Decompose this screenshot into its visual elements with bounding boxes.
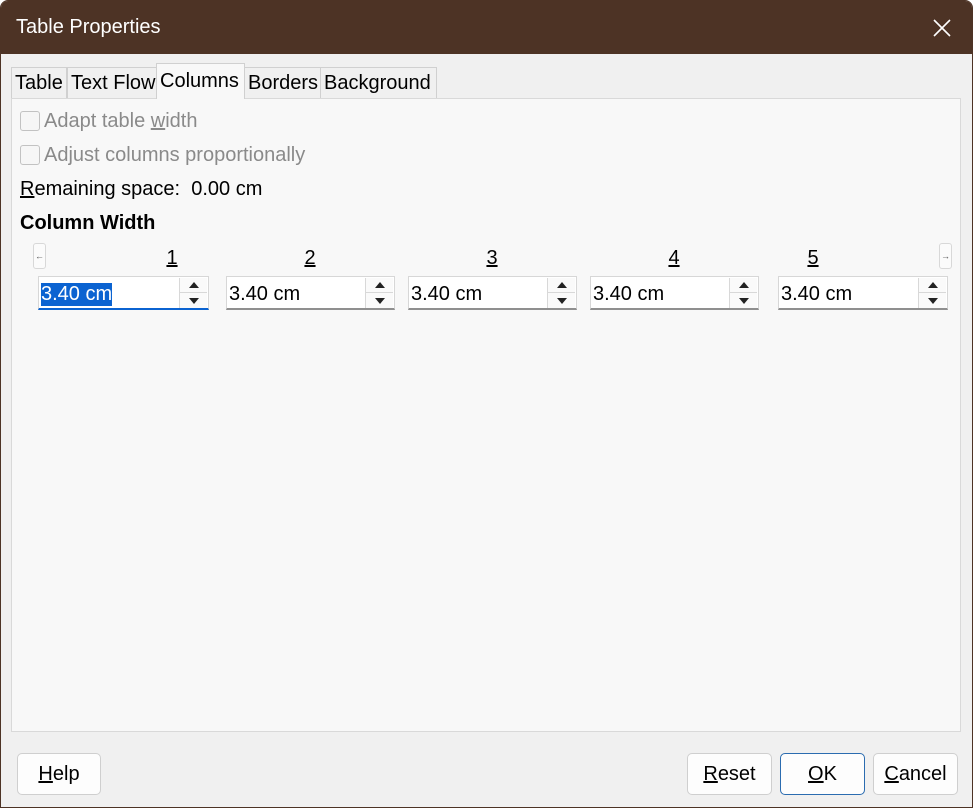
remaining-space-label: Remaining space: bbox=[20, 178, 181, 200]
adapt-table-width-option[interactable]: Adapt table width bbox=[20, 109, 197, 133]
tab-table[interactable]: Table bbox=[11, 67, 67, 99]
window-title: Table Properties bbox=[16, 16, 161, 38]
triangle-down-icon[interactable] bbox=[548, 293, 575, 308]
title-bar: Table Properties bbox=[1, 1, 972, 54]
triangle-down-icon[interactable] bbox=[180, 293, 207, 308]
triangle-up-icon[interactable] bbox=[730, 278, 757, 293]
remaining-space: Remaining space: 0.00 cm bbox=[20, 178, 262, 201]
adjust-columns-label: Adjust columns proportionally bbox=[44, 143, 306, 166]
column-2-width-spinbox[interactable]: 3.40 cm bbox=[226, 276, 395, 310]
column-4-width-spinbox[interactable]: 3.40 cm bbox=[590, 276, 759, 310]
remaining-space-value: 0.00 cm bbox=[191, 178, 263, 200]
triangle-up-icon[interactable] bbox=[180, 278, 207, 293]
tab-text-flow[interactable]: Text Flow bbox=[67, 67, 157, 99]
adjust-columns-checkbox[interactable] bbox=[20, 145, 40, 165]
column-label-4: 4 bbox=[668, 247, 680, 269]
column-label-2: 2 bbox=[304, 247, 316, 269]
column-1-width-value[interactable]: 3.40 cm bbox=[41, 283, 113, 306]
column-label-1: 1 bbox=[166, 247, 178, 269]
ok-button[interactable]: OK bbox=[780, 753, 865, 795]
column-5-width-value[interactable]: 3.40 cm bbox=[781, 283, 852, 306]
column-5-width-spinbox[interactable]: 3.40 cm bbox=[778, 276, 948, 310]
column-2-width-value[interactable]: 3.40 cm bbox=[229, 283, 300, 306]
triangle-up-icon[interactable] bbox=[366, 278, 393, 293]
column-3-width-value[interactable]: 3.40 cm bbox=[411, 283, 482, 306]
triangle-down-icon[interactable] bbox=[919, 293, 946, 308]
tab-borders[interactable]: Borders bbox=[244, 67, 321, 99]
column-label-5: 5 bbox=[807, 247, 819, 269]
triangle-up-icon[interactable] bbox=[919, 278, 946, 293]
triangle-down-icon[interactable] bbox=[366, 293, 393, 308]
cancel-button[interactable]: Cancel bbox=[873, 753, 958, 795]
columns-panel: Adapt table width Adjust columns proport… bbox=[11, 98, 961, 732]
arrow-left-icon[interactable]: ← bbox=[33, 243, 46, 269]
adjust-columns-option[interactable]: Adjust columns proportionally bbox=[20, 143, 305, 167]
column-1-width-spinbox[interactable]: 3.40 cm bbox=[38, 276, 209, 310]
column-width-heading: Column Width bbox=[20, 212, 156, 234]
column-label-3: 3 bbox=[486, 247, 498, 269]
tab-columns[interactable]: Columns bbox=[156, 63, 245, 99]
column-3-width-spinbox[interactable]: 3.40 cm bbox=[408, 276, 577, 310]
triangle-up-icon[interactable] bbox=[548, 278, 575, 293]
column-4-width-value[interactable]: 3.40 cm bbox=[593, 283, 664, 306]
tab-background[interactable]: Background bbox=[320, 67, 437, 99]
reset-button[interactable]: Reset bbox=[687, 753, 772, 795]
table-properties-dialog: Table Properties Table Text Flow Columns… bbox=[0, 0, 973, 808]
arrow-right-icon[interactable]: → bbox=[939, 243, 952, 269]
close-icon[interactable] bbox=[921, 7, 963, 49]
adapt-table-width-label: Adapt table width bbox=[44, 109, 198, 132]
adapt-table-width-checkbox[interactable] bbox=[20, 111, 40, 131]
triangle-down-icon[interactable] bbox=[730, 293, 757, 308]
help-button[interactable]: Help bbox=[17, 753, 101, 795]
